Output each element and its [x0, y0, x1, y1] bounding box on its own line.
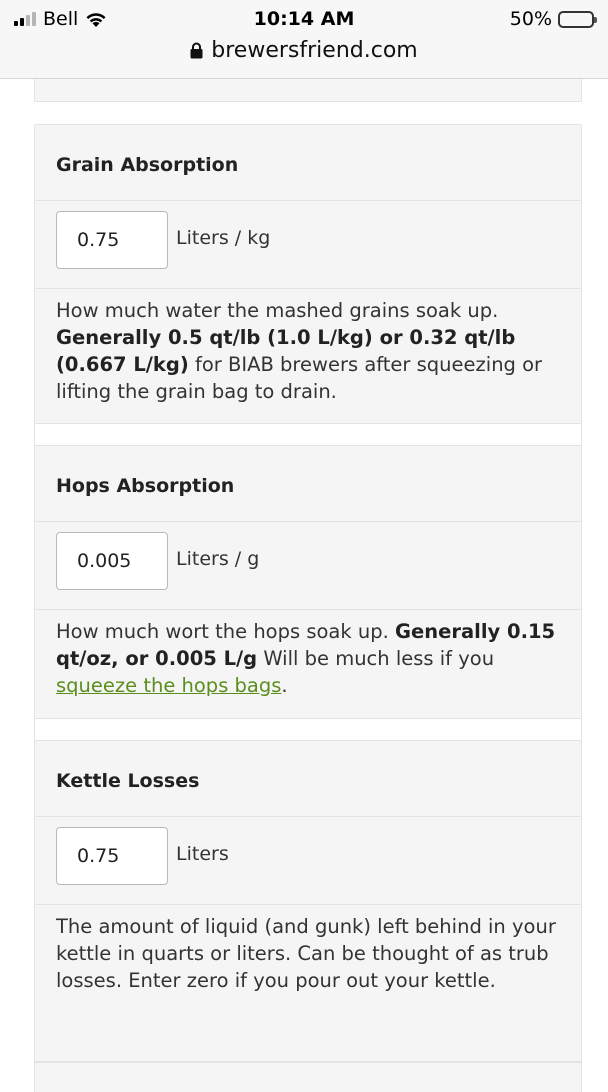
hops-absorption-unit: Liters / g [176, 548, 260, 570]
grain-absorption-input[interactable] [56, 211, 168, 269]
squeeze-hops-bags-link[interactable]: squeeze the hops bags [56, 674, 281, 697]
page-content: Grain Absorption Liters / kg How much wa… [0, 0, 608, 1092]
hops-absorption-input[interactable] [56, 532, 168, 590]
grain-absorption-input-row: Liters / kg [35, 201, 581, 289]
grain-absorption-help: How much water the mashed grains soak up… [35, 289, 581, 405]
lock-icon [190, 42, 203, 59]
kettle-losses-input[interactable] [56, 827, 168, 885]
hops-absorption-section: Hops Absorption Liters / g How much wort… [34, 445, 582, 719]
hops-absorption-help: How much wort the hops soak up. Generall… [35, 610, 581, 699]
help-text: . [281, 674, 288, 697]
battery-group: 50% [509, 8, 597, 30]
section-gap [34, 719, 582, 740]
next-section-head [34, 1062, 582, 1092]
battery-percent: 50% [509, 8, 552, 30]
hops-absorption-title: Hops Absorption [35, 446, 581, 522]
battery-icon [558, 10, 597, 28]
grain-absorption-title: Grain Absorption [35, 125, 581, 201]
url-text: brewersfriend.com [211, 38, 418, 63]
help-text: How much water the mashed grains soak up… [56, 299, 499, 322]
help-text: Will be much less if you [257, 647, 495, 670]
browser-top-bar: Bell 10:14 AM 50% brewersfriend.com [0, 0, 608, 79]
kettle-losses-title: Kettle Losses [35, 741, 581, 817]
hops-absorption-input-row: Liters / g [35, 522, 581, 610]
help-text: How much wort the hops soak up. [56, 620, 396, 643]
help-text: The amount of liquid (and gunk) left beh… [56, 915, 556, 992]
section-gap [34, 424, 582, 445]
kettle-losses-unit: Liters [176, 843, 229, 865]
grain-absorption-section: Grain Absorption Liters / kg How much wa… [34, 124, 582, 424]
kettle-losses-section: Kettle Losses Liters The amount of liqui… [34, 740, 582, 1062]
kettle-losses-help: The amount of liquid (and gunk) left beh… [35, 905, 581, 994]
kettle-losses-input-row: Liters [35, 817, 581, 905]
url-bar[interactable]: brewersfriend.com [0, 38, 608, 63]
grain-absorption-unit: Liters / kg [176, 227, 271, 249]
